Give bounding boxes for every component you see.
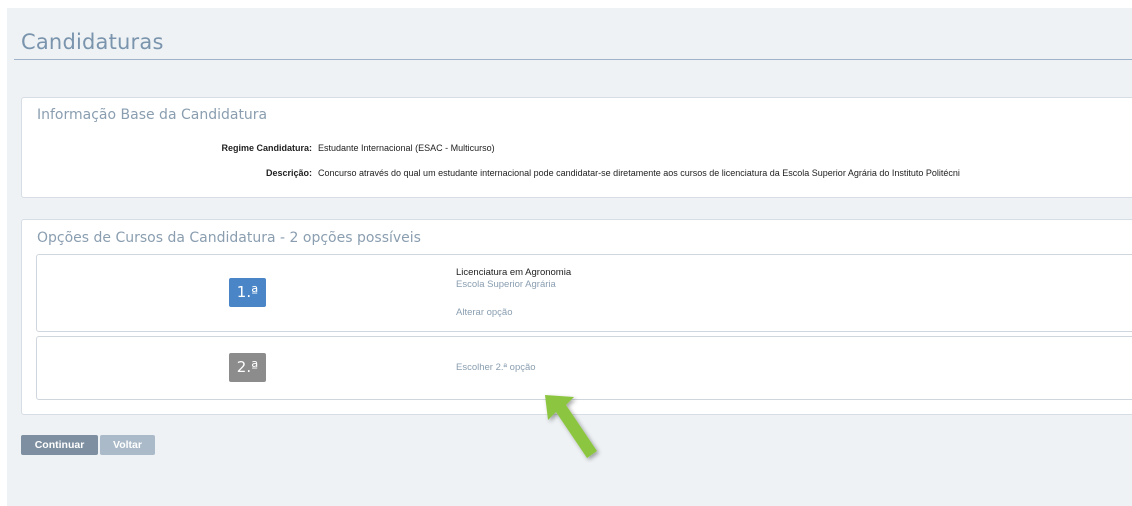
page-container: Candidaturas Informação Base da Candidat… xyxy=(7,8,1132,506)
base-info-panel: Informação Base da Candidatura Regime Ca… xyxy=(21,97,1132,198)
course-options-panel: Opções de Cursos da Candidatura - 2 opçõ… xyxy=(21,219,1132,415)
title-divider xyxy=(14,59,1132,60)
change-option-link[interactable]: Alterar opção xyxy=(456,307,513,318)
course-option-1: 1.ª Licenciatura em Agronomia Escola Sup… xyxy=(36,254,1132,332)
continue-button[interactable]: Continuar xyxy=(21,435,98,455)
course-school: Escola Superior Agrária xyxy=(456,279,556,290)
option-number-badge-1: 1.ª xyxy=(229,278,266,307)
green-pointer-arrow-icon xyxy=(545,395,597,458)
back-button[interactable]: Voltar xyxy=(100,435,155,455)
course-name: Licenciatura em Agronomia xyxy=(456,267,572,278)
description-label: Descrição: xyxy=(265,168,312,178)
course-option-2: 2.ª Escolher 2.ª opção xyxy=(36,336,1132,400)
choose-second-option-link[interactable]: Escolher 2.ª opção xyxy=(456,362,536,373)
regime-label: Regime Candidatura: xyxy=(221,143,312,153)
base-info-title: Informação Base da Candidatura xyxy=(37,107,268,123)
page-title: Candidaturas xyxy=(21,30,164,54)
regime-value: Estudante Internacional (ESAC - Multicur… xyxy=(318,143,495,153)
description-value: Concurso através do qual um estudante in… xyxy=(318,168,960,178)
option-number-badge-2: 2.ª xyxy=(229,353,266,382)
course-options-title: Opções de Cursos da Candidatura - 2 opçõ… xyxy=(37,230,421,246)
